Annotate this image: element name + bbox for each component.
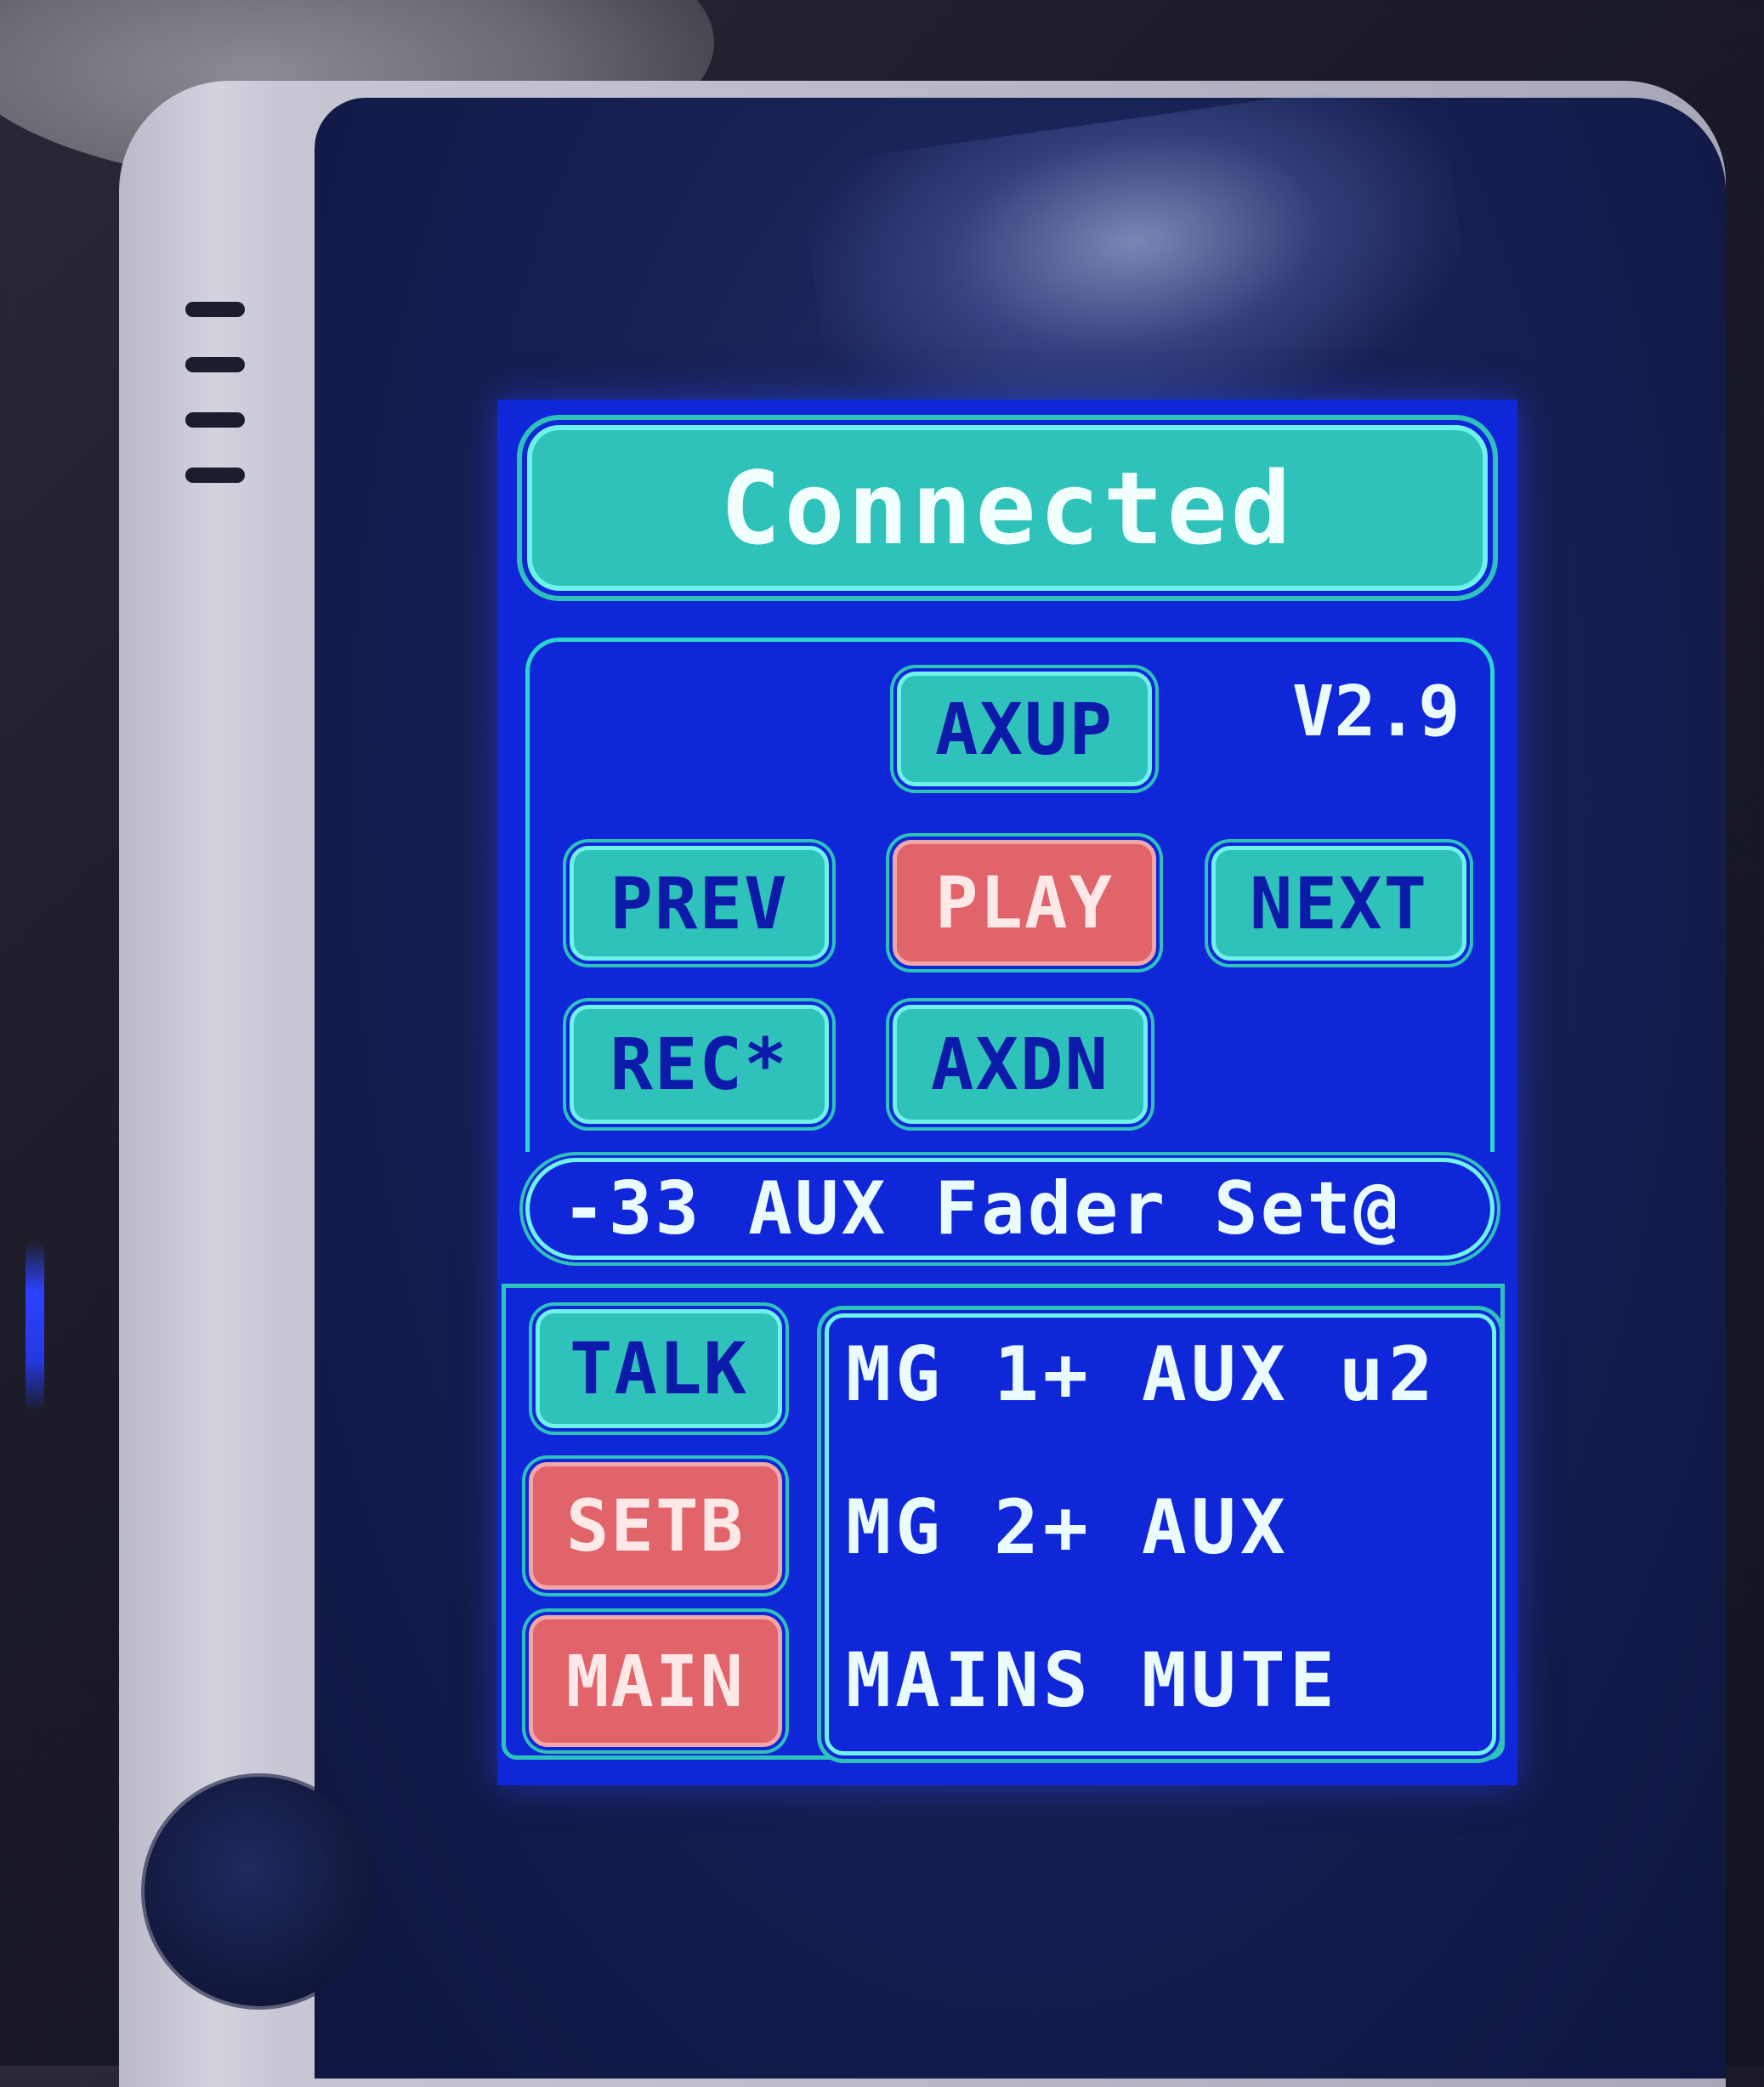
speaker-grille-slot <box>185 302 245 317</box>
main-label: MAIN <box>565 1639 746 1723</box>
fader-message-text: -33 AUX Fader Set@ <box>562 1166 1400 1251</box>
speaker-grille-slot <box>185 412 245 428</box>
fader-message-bar: -33 AUX Fader Set@ <box>525 1158 1495 1260</box>
prev-label: PREV <box>610 861 789 945</box>
aux-down-button[interactable]: AXDN <box>893 1005 1148 1124</box>
rotary-knob[interactable] <box>145 1777 374 2006</box>
talk-button[interactable]: TALK <box>536 1309 782 1428</box>
next-button[interactable]: NEXT <box>1211 846 1466 961</box>
aux-down-label: AXDN <box>930 1023 1110 1106</box>
firmware-version: V2.9 <box>1292 672 1461 752</box>
prev-button[interactable]: PREV <box>570 846 829 961</box>
talk-label: TALK <box>569 1327 749 1410</box>
main-button[interactable]: MAIN <box>529 1615 782 1747</box>
mix-status-line: MG 2+ AUX <box>846 1483 1290 1571</box>
record-label: REC* <box>610 1023 789 1106</box>
lcd-screen: Connected V2.9 AXUP PREV PLAY NEXT REC* … <box>497 400 1517 1785</box>
mix-status-line: MG 1+ AUX u2 <box>846 1330 1438 1418</box>
connection-status-banner: Connected <box>527 425 1488 591</box>
connection-status-label: Connected <box>720 449 1295 567</box>
play-label: PLAY <box>934 861 1115 944</box>
aux-up-label: AXUP <box>934 687 1115 771</box>
next-label: NEXT <box>1249 861 1429 945</box>
side-led <box>26 1241 44 1411</box>
play-button[interactable]: PLAY <box>893 840 1156 966</box>
aux-up-button[interactable]: AXUP <box>897 672 1152 786</box>
record-button[interactable]: REC* <box>570 1005 829 1124</box>
setb-button[interactable]: SETB <box>529 1462 782 1590</box>
speaker-grille-slot <box>185 357 245 372</box>
setb-label: SETB <box>565 1484 746 1568</box>
mix-status-line: MAINS MUTE <box>846 1636 1339 1724</box>
speaker-grille-slot <box>185 468 245 483</box>
